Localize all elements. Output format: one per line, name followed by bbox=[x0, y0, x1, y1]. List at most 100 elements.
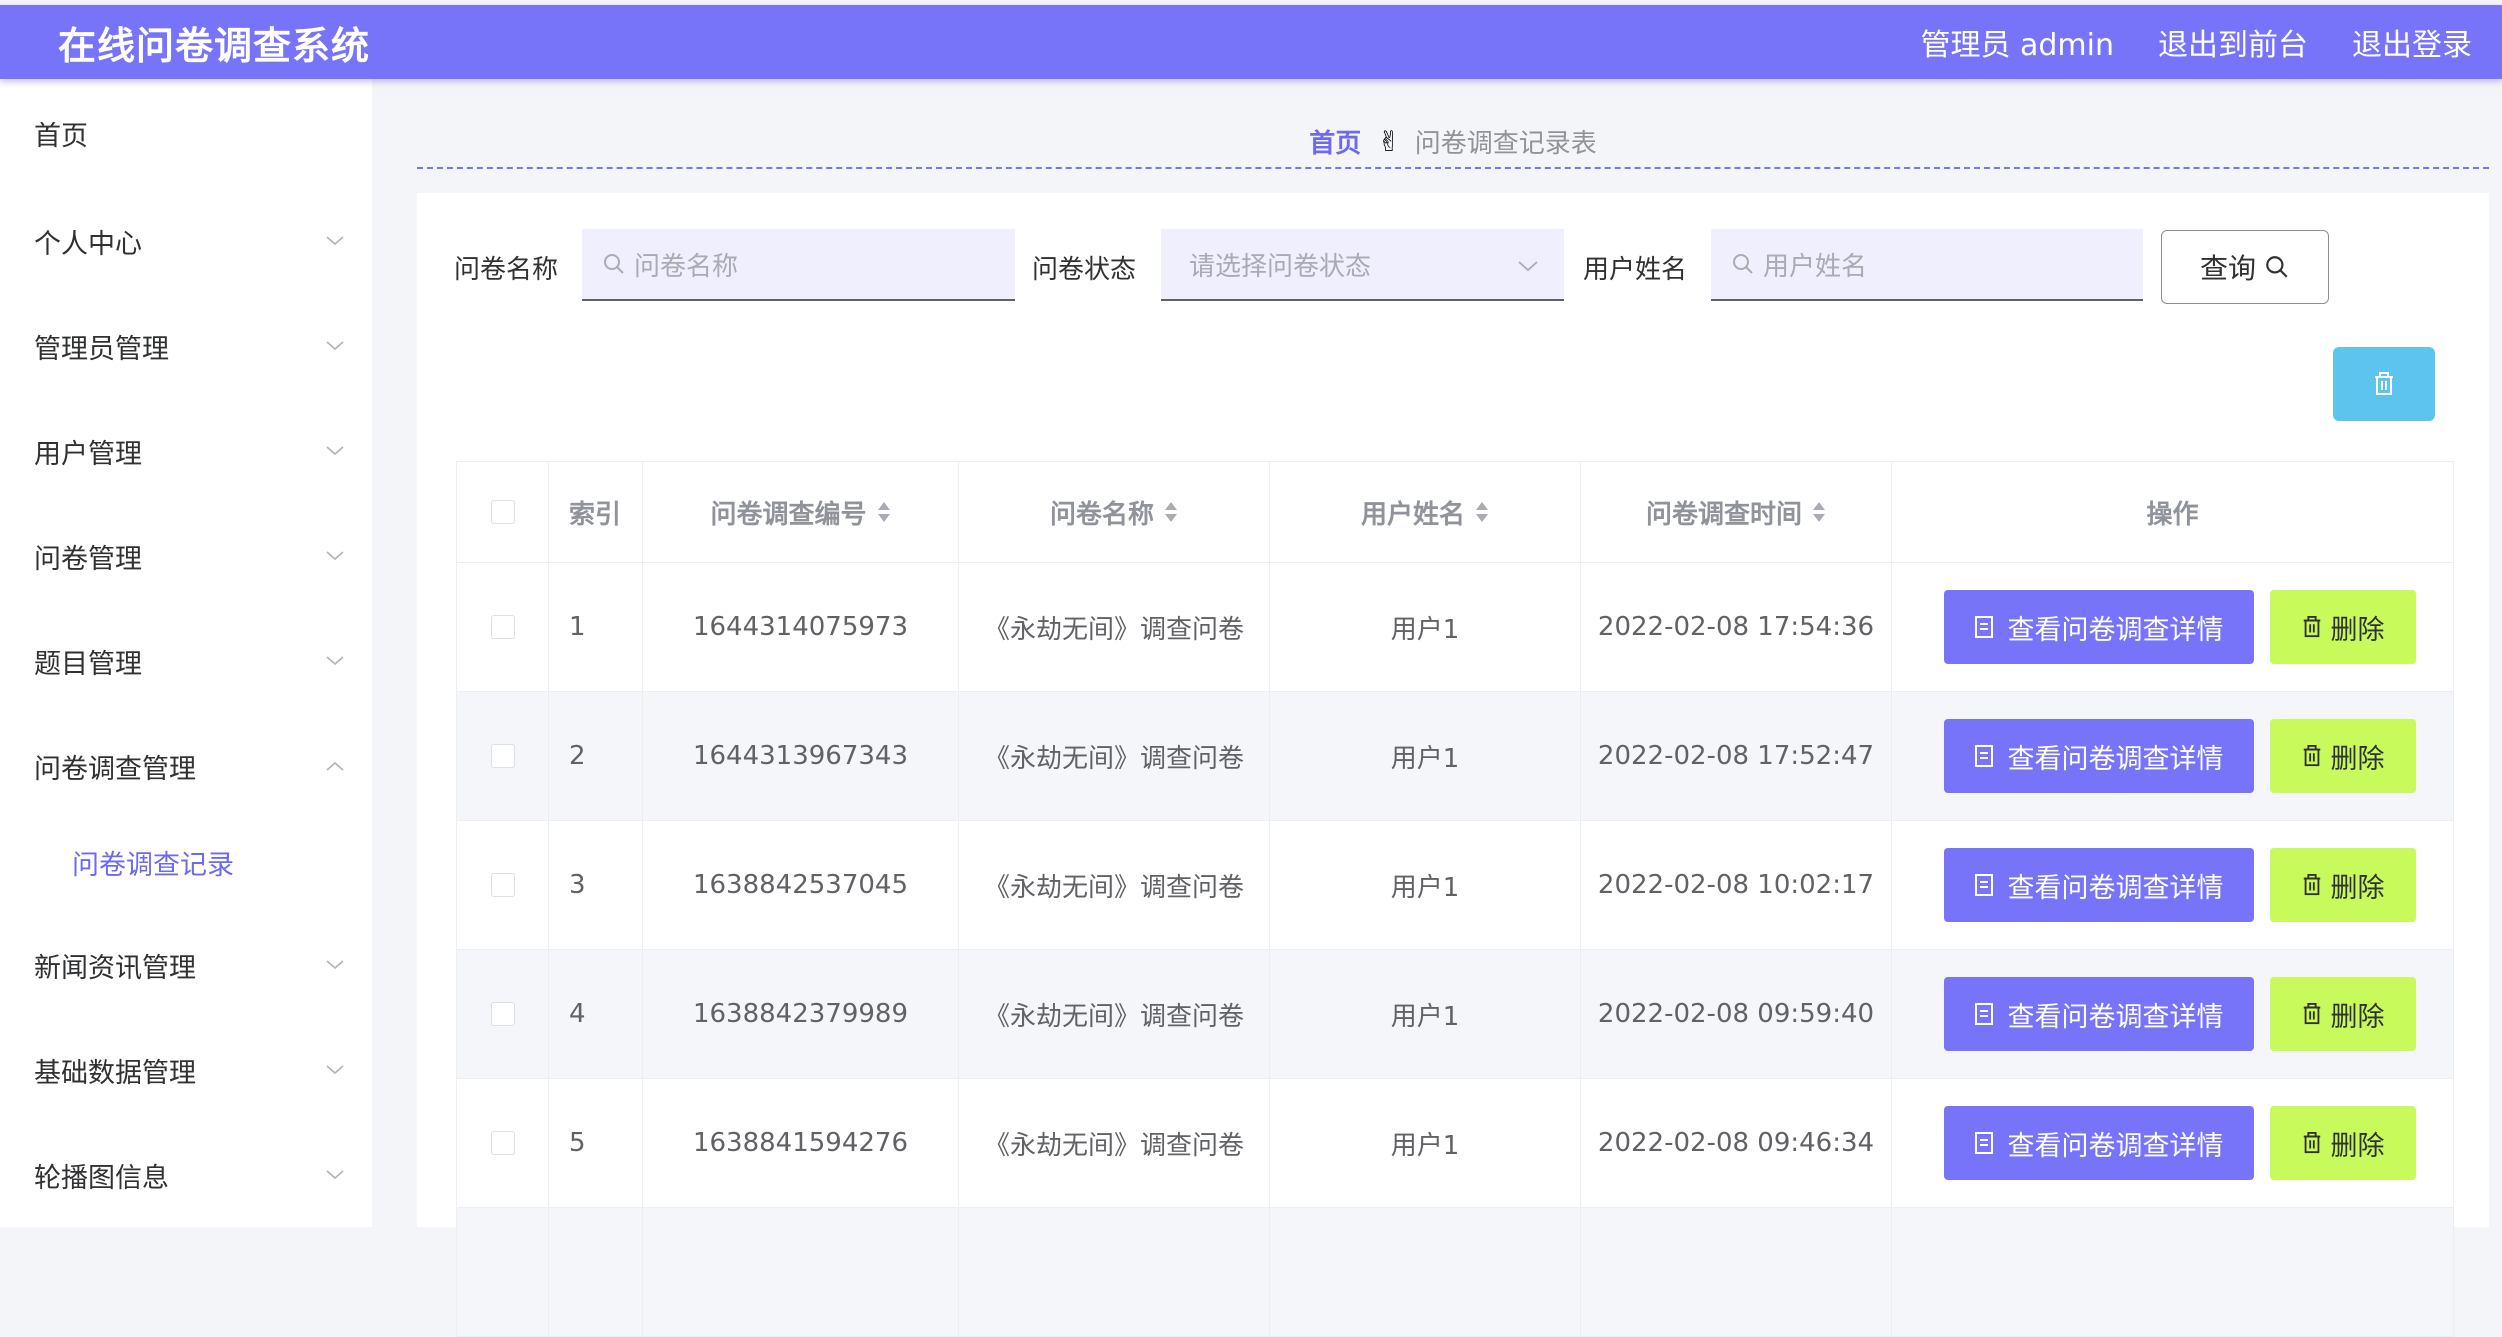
sort-icon[interactable] bbox=[1812, 501, 1826, 523]
sidebar-item-survey-record-management[interactable]: 问卷调查管理 bbox=[0, 736, 372, 796]
row-ops: 查看问卷调查详情 删除 bbox=[1892, 821, 2454, 949]
sidebar-item-question-management[interactable]: 题目管理 bbox=[0, 631, 372, 691]
row-record-no bbox=[643, 1208, 959, 1336]
row-select-cell bbox=[456, 692, 549, 820]
row-user-name: 用户1 bbox=[1270, 563, 1581, 691]
header-index: 索引 bbox=[549, 462, 643, 562]
table-row: 2 1644313967343 《永劫无间》调查问卷 用户1 2022-02-0… bbox=[456, 692, 2454, 821]
sidebar-item-personal-center[interactable]: 个人中心 bbox=[0, 211, 372, 271]
delete-button[interactable]: 删除 bbox=[2269, 1106, 2416, 1180]
row-record-no: 1638841594276 bbox=[643, 1079, 959, 1207]
trash-icon bbox=[2303, 745, 2320, 767]
header-select-cell bbox=[456, 462, 549, 562]
chevron-down-icon bbox=[326, 960, 344, 970]
sidebar-item-home[interactable]: 首页 bbox=[0, 103, 372, 163]
row-survey-name: 《永劫无间》调查问卷 bbox=[959, 1079, 1270, 1207]
sort-icon[interactable] bbox=[1164, 501, 1178, 523]
sidebar-item-user-management[interactable]: 用户管理 bbox=[0, 421, 372, 481]
sidebar-item-label: 用户管理 bbox=[34, 438, 142, 470]
main-content: 首页 ✌ 问卷调查记录表 问卷名称 问卷名称 问卷状态 请选择问卷状态 用户姓名… bbox=[372, 79, 2502, 1337]
row-checkbox[interactable] bbox=[490, 615, 515, 639]
header-survey-name[interactable]: 问卷名称 bbox=[959, 462, 1270, 562]
breadcrumb: 首页 ✌ 问卷调查记录表 bbox=[417, 115, 2489, 169]
table-row: 3 1638842537045 《永劫无间》调查问卷 用户1 2022-02-0… bbox=[456, 821, 2454, 950]
user-name-placeholder: 用户姓名 bbox=[1763, 251, 1868, 282]
survey-name-input[interactable]: 问卷名称 bbox=[582, 229, 1015, 301]
breadcrumb-current: 问卷调查记录表 bbox=[1414, 128, 1597, 159]
sidebar-item-admin-management[interactable]: 管理员管理 bbox=[0, 316, 372, 376]
search-icon bbox=[604, 254, 624, 274]
row-user-name: 用户1 bbox=[1270, 821, 1581, 949]
trash-icon bbox=[2303, 1003, 2320, 1025]
survey-name-placeholder: 问卷名称 bbox=[634, 251, 739, 282]
sidebar-item-label: 首页 bbox=[34, 120, 88, 152]
query-button[interactable]: 查询 bbox=[2161, 230, 2329, 304]
search-icon bbox=[1733, 254, 1753, 274]
top-links: 管理员 admin 退出到前台 退出登录 bbox=[1876, 20, 2472, 64]
row-user-name: 用户1 bbox=[1270, 1079, 1581, 1207]
sidebar-item-survey-records[interactable]: 问卷调查记录 bbox=[0, 832, 372, 892]
header-index-label: 索引 bbox=[569, 499, 622, 530]
sidebar-item-carousel-info[interactable]: 轮播图信息 bbox=[0, 1145, 372, 1205]
view-detail-button[interactable]: 查看问卷调查详情 bbox=[1943, 848, 2254, 922]
sidebar-item-survey-management[interactable]: 问卷管理 bbox=[0, 526, 372, 586]
row-index: 1 bbox=[549, 563, 643, 691]
row-checkbox[interactable] bbox=[490, 873, 515, 897]
row-user-name: 用户1 bbox=[1270, 950, 1581, 1078]
sort-icon[interactable] bbox=[1475, 501, 1489, 523]
row-checkbox[interactable] bbox=[490, 744, 515, 768]
exit-to-frontend-link[interactable]: 退出到前台 bbox=[2158, 20, 2308, 64]
row-record-no: 1644313967343 bbox=[643, 692, 959, 820]
survey-status-label: 问卷状态 bbox=[1032, 255, 1137, 285]
view-detail-label: 查看问卷调查详情 bbox=[2007, 872, 2224, 904]
delete-button[interactable]: 删除 bbox=[2269, 848, 2416, 922]
delete-label: 删除 bbox=[2330, 1130, 2385, 1162]
row-index: 3 bbox=[549, 821, 643, 949]
table-row: 5 1638841594276 《永劫无间》调查问卷 用户1 2022-02-0… bbox=[456, 1079, 2454, 1208]
header-survey-time[interactable]: 问卷调查时间 bbox=[1581, 462, 1892, 562]
delete-button[interactable]: 删除 bbox=[2269, 977, 2416, 1051]
row-survey-time: 2022-02-08 17:54:36 bbox=[1581, 563, 1892, 691]
logout-link[interactable]: 退出登录 bbox=[2352, 20, 2472, 64]
header-survey-time-label: 问卷调查时间 bbox=[1645, 499, 1802, 530]
view-detail-button[interactable]: 查看问卷调查详情 bbox=[1943, 719, 2254, 793]
user-name-input[interactable]: 用户姓名 bbox=[1711, 229, 2143, 301]
admin-user-link[interactable]: 管理员 admin bbox=[1920, 20, 2114, 64]
row-checkbox[interactable] bbox=[490, 1131, 515, 1155]
select-all-checkbox[interactable] bbox=[490, 500, 515, 524]
row-select-cell bbox=[456, 950, 549, 1078]
document-icon bbox=[1974, 745, 1993, 767]
delete-button[interactable]: 删除 bbox=[2269, 719, 2416, 793]
trash-icon bbox=[2303, 874, 2320, 896]
row-checkbox[interactable] bbox=[490, 1002, 515, 1026]
sidebar-item-label: 问卷管理 bbox=[34, 543, 142, 575]
view-detail-label: 查看问卷调查详情 bbox=[2007, 743, 2224, 775]
row-select-cell bbox=[456, 563, 549, 691]
sidebar-item-basic-data-management[interactable]: 基础数据管理 bbox=[0, 1040, 372, 1100]
header-record-no[interactable]: 问卷调查编号 bbox=[643, 462, 959, 562]
row-survey-name: 《永劫无间》调查问卷 bbox=[959, 821, 1270, 949]
row-record-no: 1638842379989 bbox=[643, 950, 959, 1078]
view-detail-button[interactable]: 查看问卷调查详情 bbox=[1943, 1106, 2254, 1180]
row-survey-time: 2022-02-08 10:02:17 bbox=[1581, 821, 1892, 949]
sidebar-item-label: 轮播图信息 bbox=[34, 1162, 169, 1194]
view-detail-button[interactable]: 查看问卷调查详情 bbox=[1943, 590, 2254, 664]
chevron-down-icon bbox=[326, 236, 344, 246]
row-ops bbox=[1892, 1208, 2454, 1336]
sort-icon[interactable] bbox=[877, 501, 891, 523]
breadcrumb-home[interactable]: 首页 bbox=[1309, 123, 1361, 160]
sidebar-item-label: 题目管理 bbox=[34, 648, 142, 680]
row-survey-time: 2022-02-08 17:52:47 bbox=[1581, 692, 1892, 820]
row-user-name bbox=[1270, 1208, 1581, 1336]
row-ops: 查看问卷调查详情 删除 bbox=[1892, 1079, 2454, 1207]
delete-button[interactable]: 删除 bbox=[2269, 590, 2416, 664]
row-user-name: 用户1 bbox=[1270, 692, 1581, 820]
survey-status-select[interactable]: 请选择问卷状态 bbox=[1161, 229, 1564, 301]
sidebar-item-news-management[interactable]: 新闻资讯管理 bbox=[0, 935, 372, 995]
view-detail-button[interactable]: 查看问卷调查详情 bbox=[1943, 977, 2254, 1051]
header-user-name[interactable]: 用户姓名 bbox=[1270, 462, 1581, 562]
view-detail-label: 查看问卷调查详情 bbox=[2007, 1001, 2224, 1033]
bulk-delete-button[interactable] bbox=[2333, 347, 2435, 421]
header-survey-name-label: 问卷名称 bbox=[1049, 499, 1154, 530]
chevron-up-icon bbox=[326, 761, 344, 771]
